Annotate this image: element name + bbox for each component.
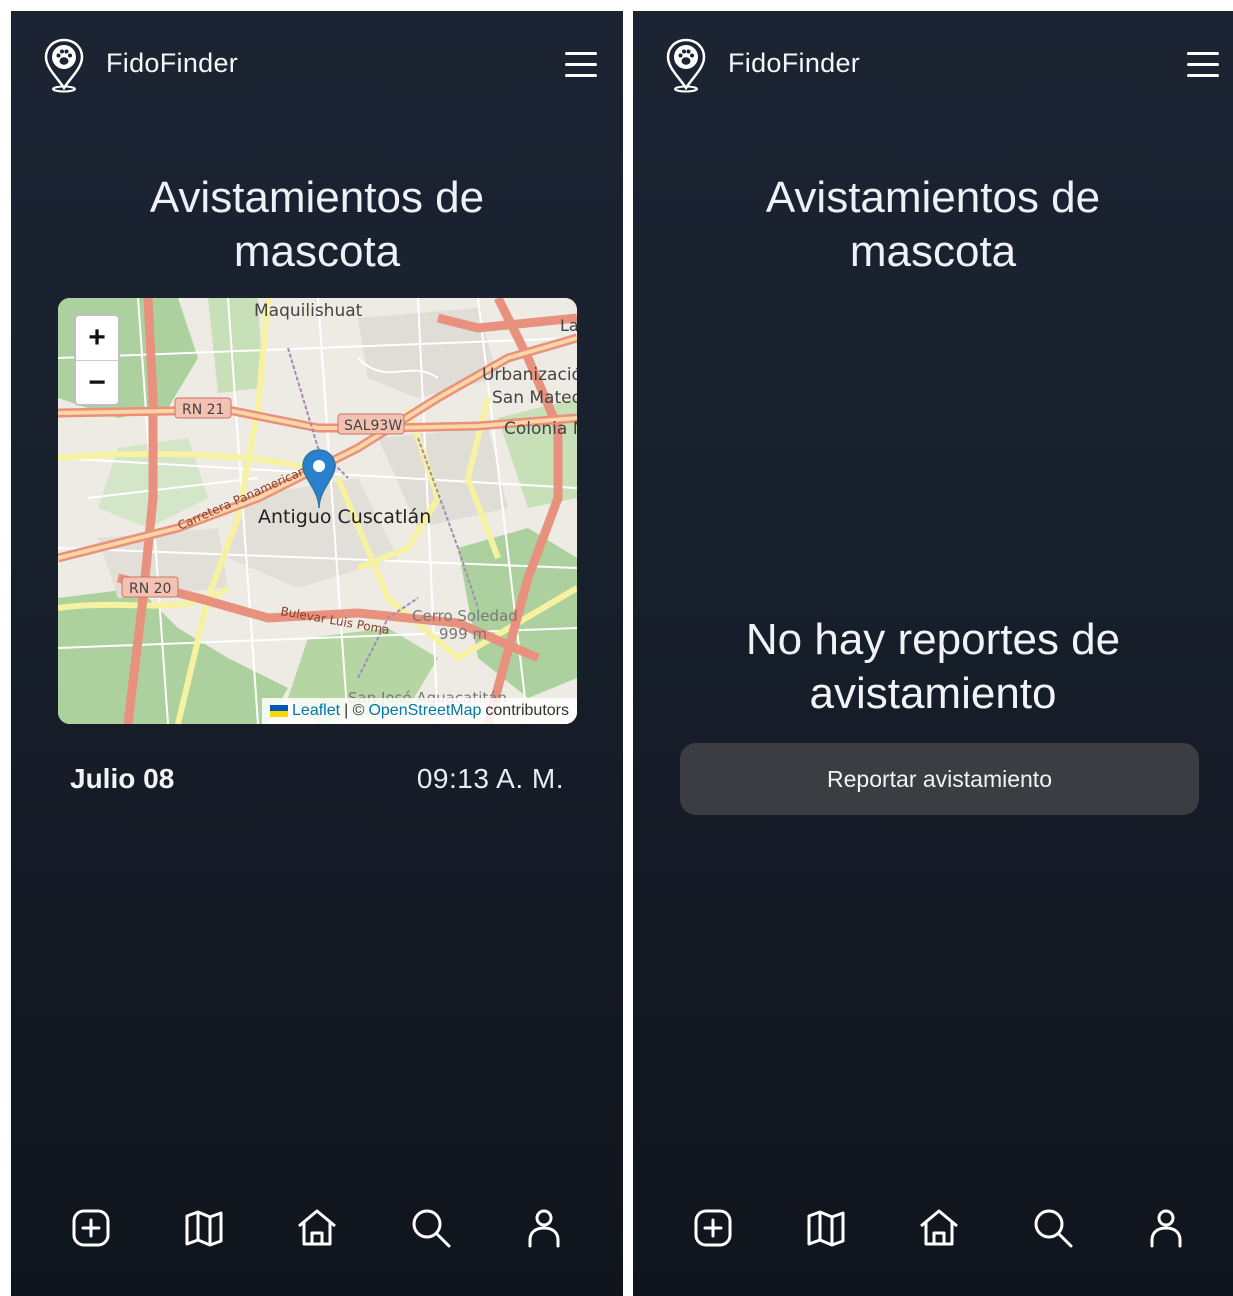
map-label-antiguo-cuscatlan: Antiguo Cuscatlán [258,506,431,528]
page-title-line1: Avistamientos de [765,173,1101,222]
page-title-line2: mascota [233,227,401,276]
home-icon [298,1209,336,1246]
zoom-out-button[interactable]: − [76,361,118,404]
map-label-maquilishuat: Maquilishuat [254,301,363,321]
nav-home[interactable] [295,1206,339,1250]
app-header: FidoFinder [633,11,1233,121]
left-screen: FidoFinder Avistamientos de mascota RN 2… [11,11,623,1296]
leaflet-link[interactable]: Leaflet [292,698,340,724]
page-title-line1: Avistamientos de [149,173,485,222]
paw-pin-logo-icon [44,38,84,93]
map-icon [185,1210,223,1247]
openstreetmap-link[interactable]: OpenStreetMap [368,698,481,724]
map-icon [807,1210,845,1247]
nav-map[interactable] [182,1206,226,1250]
app-brand-name: FidoFinder [728,48,861,78]
attribution-contributors: contributors [485,702,569,719]
nav-search[interactable] [1031,1206,1075,1250]
map-label-urbanizacion: Urbanizació [482,365,577,385]
report-sighting-button[interactable]: Reportar avistamiento [680,743,1199,815]
app-header: FidoFinder [11,11,623,121]
page-title: Avistamientos de mascota [633,171,1233,279]
map-tiles[interactable]: RN 21 SAL93W RN 20 Maquilishuat La Urban… [58,298,577,724]
empty-state-message: No hay reportes de avistamiento [633,613,1233,721]
map-label-rn20: RN 20 [129,581,171,597]
map-label-la: La [560,316,577,335]
hamburger-menu-icon[interactable] [563,49,599,79]
sighting-map[interactable]: RN 21 SAL93W RN 20 Maquilishuat La Urban… [58,298,577,724]
map-marker-icon[interactable] [301,448,337,510]
sighting-time: 09:13 A. M. [416,763,564,794]
hamburger-menu-icon[interactable] [1185,49,1221,79]
bottom-navigation [11,1186,623,1296]
page-title: Avistamientos de mascota [11,171,623,279]
map-label-san-mateo: San Mateo [492,388,577,408]
home-icon [920,1209,958,1246]
zoom-in-button[interactable]: + [76,316,118,361]
nav-profile[interactable] [522,1206,566,1250]
map-label-cerro-soledad: Cerro Soledad [412,607,518,625]
right-screen: FidoFinder Avistamientos de mascota No h… [633,11,1233,1296]
sighting-item[interactable]: Julio 08 09:13 A. M. [70,763,564,799]
ukraine-flag-icon [270,705,289,717]
nav-add-report[interactable] [691,1206,735,1250]
nav-map[interactable] [804,1206,848,1250]
search-icon [1034,1209,1073,1248]
map-attribution: Leaflet | © OpenStreetMap contributors [262,698,577,724]
sighting-date: Julio 08 [70,763,175,794]
search-icon [412,1209,451,1248]
empty-state-line1: No hay reportes de [745,615,1121,664]
map-label-colonia: Colonia M [504,419,577,439]
app-brand-name: FidoFinder [106,48,239,78]
user-icon [1150,1209,1182,1248]
nav-search[interactable] [409,1206,453,1250]
zoom-control: + − [74,314,120,406]
nav-home[interactable] [917,1206,961,1250]
map-label-elevation: 999 m [439,625,487,643]
add-square-icon [72,1209,110,1247]
nav-add-report[interactable] [69,1206,113,1250]
page-title-line2: mascota [849,227,1017,276]
map-label-sal93w: SAL93W [344,418,402,434]
map-label-rn21: RN 21 [182,402,224,418]
add-square-icon [694,1209,732,1247]
bottom-navigation [633,1186,1233,1296]
empty-state-line2: avistamiento [809,669,1057,718]
paw-pin-logo-icon [666,38,706,93]
user-icon [528,1209,560,1248]
attribution-separator: | © [344,702,365,719]
nav-profile[interactable] [1144,1206,1188,1250]
